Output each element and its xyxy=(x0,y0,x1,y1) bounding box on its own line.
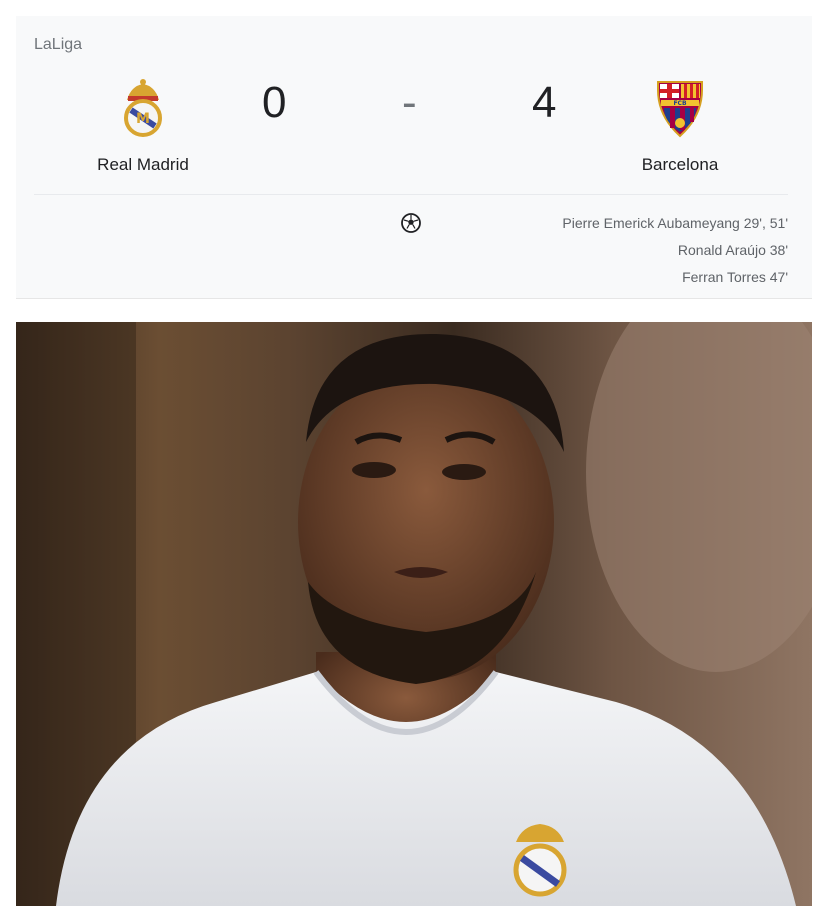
svg-text:M: M xyxy=(136,111,150,127)
away-team-name: Barcelona xyxy=(641,155,719,174)
scorer-line: Ronald Araújo 38' xyxy=(677,242,788,258)
soccer-ball-icon xyxy=(401,213,421,233)
away-team[interactable]: FCB Barcelona xyxy=(580,76,780,175)
divider xyxy=(34,194,788,195)
scorer-line: Ferran Torres 47' xyxy=(682,269,788,285)
scorer-line: Pierre Emerick Aubameyang 29', 51' xyxy=(562,215,788,231)
score-separator: - xyxy=(402,78,417,127)
home-team-name: Real Madrid xyxy=(97,155,189,174)
home-team[interactable]: M Real Madrid xyxy=(43,76,243,175)
svg-text:FCB: FCB xyxy=(673,100,687,107)
league-label: LaLiga xyxy=(34,36,83,53)
man-in-white-jersey-illustration xyxy=(16,322,812,906)
goal-scorers: Pierre Emerick Aubameyang 29', 51' Ronal… xyxy=(562,213,788,294)
score-card: LaLiga M Real Madrid 0 - 4 FCB Barcelona… xyxy=(16,16,812,299)
meme-photo xyxy=(16,322,812,906)
real-madrid-crest-icon: M xyxy=(124,79,162,137)
away-score: 4 xyxy=(532,78,557,127)
barcelona-crest-icon: FCB xyxy=(657,81,703,138)
home-score: 0 xyxy=(262,78,287,127)
